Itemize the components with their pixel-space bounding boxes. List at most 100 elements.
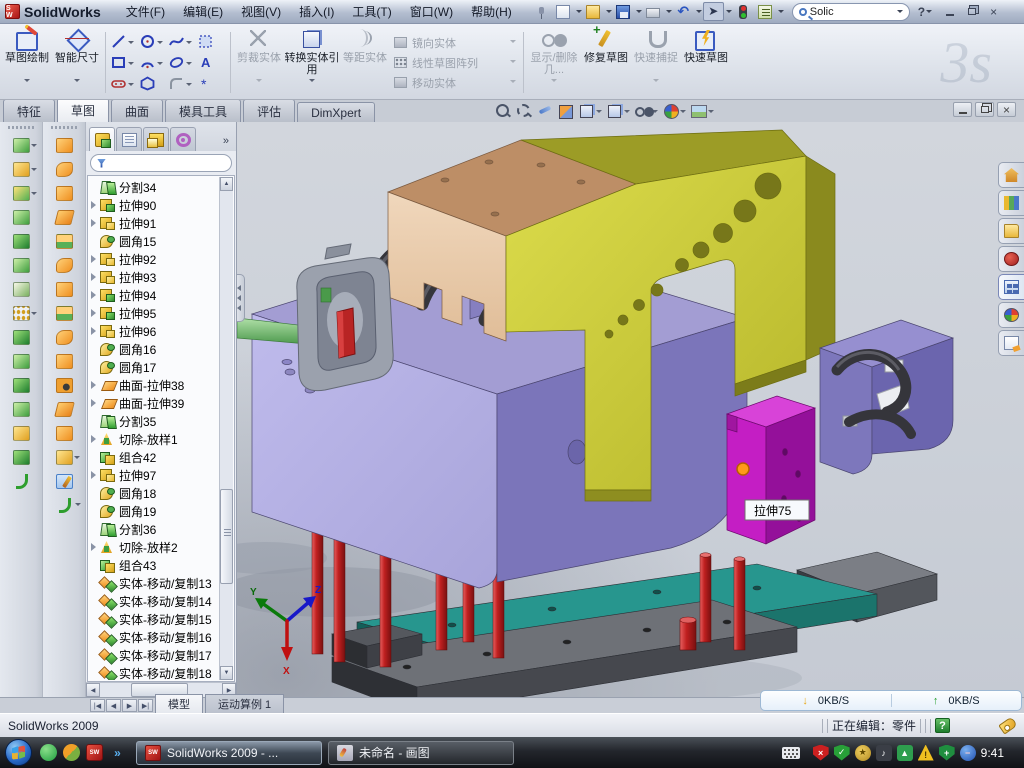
text-tool[interactable]: A xyxy=(198,52,225,73)
repair-sketch-button[interactable]: 修复草图 xyxy=(581,27,631,98)
tool-icon[interactable] xyxy=(56,306,73,321)
zoom-area-button[interactable] xyxy=(515,102,532,119)
design-library-tab[interactable] xyxy=(998,190,1024,216)
tool-icon[interactable] xyxy=(13,234,30,249)
tool-icon[interactable] xyxy=(56,426,73,441)
tree-item[interactable]: 实体-移动/复制18 xyxy=(89,664,219,680)
appearances-tab[interactable] xyxy=(998,302,1024,328)
search-tab[interactable] xyxy=(998,246,1024,272)
section-view-button[interactable] xyxy=(557,102,574,119)
tree-item[interactable]: 圆角19 xyxy=(89,502,219,520)
ellipse-tool[interactable] xyxy=(169,52,196,73)
save-button[interactable] xyxy=(613,2,634,21)
menu-item[interactable]: 帮助(H) xyxy=(462,0,521,23)
dimxpertmanager-tab[interactable] xyxy=(170,127,196,151)
expand-arrow-icon[interactable] xyxy=(91,273,100,281)
tool-icon[interactable] xyxy=(56,258,73,273)
tree-item[interactable]: 拉伸97 xyxy=(89,466,219,484)
menu-item[interactable]: 视图(V) xyxy=(232,0,290,23)
convert-entities-button[interactable]: 转换实体引用 xyxy=(284,27,340,98)
tree-item[interactable]: 曲面-拉伸38 xyxy=(89,376,219,394)
convert-caret[interactable] xyxy=(309,79,315,85)
commandmanager-tab[interactable]: 草图 xyxy=(57,98,109,122)
expand-arrow-icon[interactable] xyxy=(91,291,100,299)
configurationmanager-tab[interactable] xyxy=(143,127,169,151)
hide-show-items-button[interactable] xyxy=(634,102,658,119)
commandmanager-tab[interactable]: 曲面 xyxy=(111,99,163,122)
doc-restore-button[interactable] xyxy=(975,102,994,117)
tree-item[interactable]: 组合42 xyxy=(89,448,219,466)
tool-icon[interactable] xyxy=(13,138,30,153)
tree-item[interactable]: 组合43 xyxy=(89,556,219,574)
selection-box-tool[interactable] xyxy=(198,31,225,52)
rotate-view-button[interactable] xyxy=(536,102,553,119)
tool-icon[interactable] xyxy=(13,330,30,345)
smart-dimension-caret[interactable] xyxy=(74,79,80,85)
panel-overflow-button[interactable]: » xyxy=(219,135,233,151)
taskbar-button[interactable]: 未命名 - 画图 xyxy=(328,741,514,765)
sketch-caret[interactable] xyxy=(24,79,30,85)
tree-item[interactable]: 分割34 xyxy=(89,178,219,196)
custom-properties-tab[interactable] xyxy=(998,330,1024,356)
tree-item[interactable]: 拉伸94 xyxy=(89,286,219,304)
help-button[interactable]: ? xyxy=(918,5,925,19)
tool-icon[interactable] xyxy=(54,402,75,417)
tray-icon[interactable]: × xyxy=(813,745,829,761)
minimize-button[interactable] xyxy=(940,4,959,20)
solidworks-resources-tab[interactable] xyxy=(998,162,1024,188)
tree-item[interactable]: 实体-移动/复制14 xyxy=(89,592,219,610)
tree-item[interactable]: 圆角17 xyxy=(89,358,219,376)
tree-item[interactable]: 圆角18 xyxy=(89,484,219,502)
options-button[interactable] xyxy=(755,2,776,21)
new-file-button[interactable] xyxy=(553,2,574,21)
tree-item[interactable]: 实体-移动/复制13 xyxy=(89,574,219,592)
expand-arrow-icon[interactable] xyxy=(91,327,100,335)
scene-button[interactable] xyxy=(690,102,714,119)
tree-item[interactable]: 实体-移动/复制17 xyxy=(89,646,219,664)
scroll-left-arrow[interactable]: ◀ xyxy=(86,683,100,697)
commandmanager-tab[interactable]: 评估 xyxy=(243,99,295,122)
commandmanager-tab[interactable]: DimXpert xyxy=(297,102,375,122)
propertymanager-tab[interactable] xyxy=(116,127,142,151)
fillet-tool[interactable] xyxy=(169,73,196,94)
sketch-button[interactable]: 草图绘制 xyxy=(2,27,52,98)
pin-icon[interactable] xyxy=(531,2,552,21)
tree-item[interactable]: 拉伸91 xyxy=(89,214,219,232)
tool-icon[interactable] xyxy=(56,282,73,297)
view-palette-tab[interactable] xyxy=(998,274,1024,300)
menu-item[interactable]: 编辑(E) xyxy=(174,0,232,23)
toolbar-grip[interactable] xyxy=(51,126,77,129)
expand-arrow-icon[interactable] xyxy=(91,435,100,443)
traffic-light-icon[interactable] xyxy=(733,2,754,21)
expand-arrow-icon[interactable] xyxy=(91,399,100,407)
tree-item[interactable]: 分割36 xyxy=(89,520,219,538)
circle-tool[interactable] xyxy=(140,31,167,52)
doc-close-button[interactable]: × xyxy=(997,102,1016,117)
tree-item[interactable]: 圆角16 xyxy=(89,340,219,358)
tray-icon[interactable]: ★ xyxy=(855,745,871,761)
file-explorer-tab[interactable] xyxy=(998,218,1024,244)
arc-tool[interactable] xyxy=(140,52,167,73)
expand-arrow-icon[interactable] xyxy=(91,201,100,209)
model-canvas[interactable]: 拉伸75 Y Z X xyxy=(237,122,1024,697)
tool-icon[interactable] xyxy=(56,186,73,201)
view-orientation-button[interactable] xyxy=(578,102,602,119)
tool-icon[interactable] xyxy=(13,474,30,489)
undo-button[interactable]: ↶ xyxy=(673,2,694,21)
point-tool[interactable]: * xyxy=(198,73,225,94)
prev-tab-button[interactable]: ◀ xyxy=(106,699,121,712)
tool-icon[interactable] xyxy=(13,282,30,297)
tool-icon[interactable] xyxy=(56,378,73,393)
doc-minimize-button[interactable] xyxy=(953,102,972,117)
tool-icon[interactable] xyxy=(13,162,30,177)
tool-icon[interactable] xyxy=(13,306,30,321)
quick-launch-icon[interactable]: » xyxy=(109,744,126,761)
tool-icon[interactable] xyxy=(56,474,73,489)
print-caret[interactable] xyxy=(666,10,672,16)
tool-icon[interactable] xyxy=(56,498,73,513)
tool-icon[interactable] xyxy=(13,186,30,201)
tool-icon[interactable] xyxy=(56,330,73,345)
model-tab[interactable]: 模型 xyxy=(155,694,203,713)
expand-arrow-icon[interactable] xyxy=(91,381,100,389)
tree-item[interactable]: 曲面-拉伸39 xyxy=(89,394,219,412)
